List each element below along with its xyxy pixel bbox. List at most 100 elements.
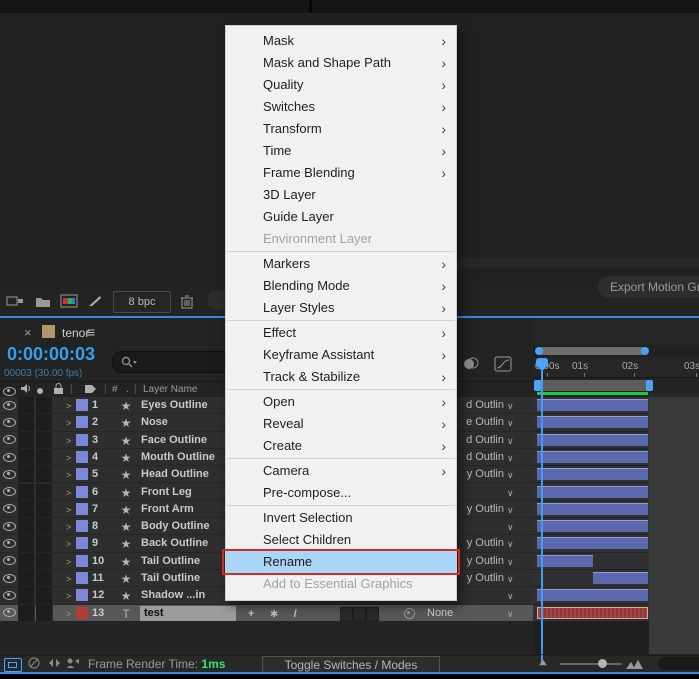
expand-arrow-icon[interactable]: >: [66, 609, 71, 619]
expand-arrow-icon[interactable]: >: [66, 505, 71, 515]
layer-duration-bar[interactable]: [537, 537, 648, 549]
menu-item-mask[interactable]: Mask›: [226, 30, 456, 52]
layer-name-edit[interactable]: test: [140, 606, 236, 621]
chevron-down-icon[interactable]: ∨: [507, 557, 514, 568]
expand-arrow-icon[interactable]: >: [66, 557, 71, 567]
menu-item-select-children[interactable]: Select Children: [226, 529, 456, 551]
menu-item-reveal[interactable]: Reveal›: [226, 413, 456, 435]
lock-toggle[interactable]: [36, 432, 53, 448]
export-motion-graphics-button[interactable]: Export Motion Grap: [598, 276, 699, 298]
audio-toggle[interactable]: [18, 414, 35, 430]
layer-name[interactable]: Shadow ...in: [141, 589, 205, 601]
layer-name[interactable]: Mouth Outline: [141, 451, 215, 463]
switch-box[interactable]: [340, 607, 353, 621]
layer-duration-bar[interactable]: [537, 468, 648, 480]
layer-duration-bar[interactable]: [537, 434, 648, 446]
audio-toggle[interactable]: [18, 484, 35, 500]
eye-icon[interactable]: [3, 466, 16, 482]
menu-item-invert-selection[interactable]: Invert Selection: [226, 507, 456, 529]
chevron-down-icon[interactable]: ∨: [507, 591, 514, 602]
audio-toggle[interactable]: [18, 553, 35, 569]
label-color-swatch[interactable]: [76, 416, 88, 428]
eye-icon[interactable]: [3, 605, 16, 621]
label-color-swatch[interactable]: [76, 607, 88, 619]
lock-toggle[interactable]: [36, 414, 53, 430]
menu-item-mask-and-shape-path[interactable]: Mask and Shape Path›: [226, 52, 456, 74]
menu-item-effect[interactable]: Effect›: [226, 322, 456, 344]
label-color-swatch[interactable]: [76, 520, 88, 532]
layer-duration-bar[interactable]: [537, 399, 648, 411]
trash-icon[interactable]: [176, 291, 198, 311]
mini-flowchart-icon[interactable]: [4, 658, 22, 672]
eye-icon[interactable]: [3, 570, 16, 586]
menu-item-markers[interactable]: Markers›: [226, 253, 456, 275]
layer-row-13[interactable]: >13Ttest+ ∗ /None∨: [0, 605, 533, 622]
switch-box[interactable]: [353, 607, 366, 621]
layer-name[interactable]: Back Outline: [141, 537, 208, 549]
label-color-swatch[interactable]: [76, 486, 88, 498]
timeline-tab-title[interactable]: tenor: [62, 326, 89, 340]
menu-item-3d-layer[interactable]: 3D Layer: [226, 184, 456, 206]
draft3d-icon[interactable]: [28, 657, 41, 670]
lock-toggle[interactable]: [36, 518, 53, 534]
layer-name[interactable]: Tail Outline: [141, 572, 200, 584]
layer-name[interactable]: Nose: [141, 416, 168, 428]
eye-icon[interactable]: [3, 553, 16, 569]
eye-icon[interactable]: [3, 518, 16, 534]
expand-arrow-icon[interactable]: >: [66, 401, 71, 411]
chevron-down-icon[interactable]: ∨: [507, 574, 514, 585]
current-timecode[interactable]: 0:00:00:03: [7, 344, 95, 365]
menu-item-blending-mode[interactable]: Blending Mode›: [226, 275, 456, 297]
parent-pickwhip-icon[interactable]: [404, 608, 415, 619]
expand-arrow-icon[interactable]: >: [66, 453, 71, 463]
chevron-down-icon[interactable]: ∨: [507, 609, 514, 620]
zoom-out-icon[interactable]: [538, 659, 548, 666]
zoom-in-icon[interactable]: [626, 657, 644, 670]
eye-icon[interactable]: [3, 414, 16, 430]
expand-arrow-icon[interactable]: >: [66, 488, 71, 498]
audio-toggle[interactable]: [18, 518, 35, 534]
graph-editor-icon[interactable]: [490, 352, 516, 376]
lock-toggle[interactable]: [36, 570, 53, 586]
audio-toggle[interactable]: [18, 587, 35, 603]
switch-box[interactable]: [366, 607, 379, 621]
label-color-swatch[interactable]: [76, 451, 88, 463]
chevron-down-icon[interactable]: ∨: [507, 418, 514, 429]
label-color-swatch[interactable]: [76, 503, 88, 515]
expand-arrow-icon[interactable]: >: [66, 539, 71, 549]
layer-duration-bar[interactable]: [537, 451, 648, 463]
expand-arrow-icon[interactable]: >: [66, 418, 71, 428]
work-area-bar[interactable]: [537, 380, 650, 391]
timeline-zoom-slider[interactable]: [560, 663, 622, 665]
timeline-search-input[interactable]: [112, 351, 240, 373]
menu-item-rename[interactable]: Rename: [226, 551, 456, 573]
lock-toggle[interactable]: [36, 501, 53, 517]
label-color-swatch[interactable]: [76, 572, 88, 584]
new-folder-icon[interactable]: [32, 291, 54, 311]
label-color-swatch[interactable]: [76, 399, 88, 411]
menu-item-frame-blending[interactable]: Frame Blending›: [226, 162, 456, 184]
menu-item-layer-styles[interactable]: Layer Styles›: [226, 297, 456, 319]
audio-icon[interactable]: [20, 383, 31, 394]
eye-icon[interactable]: [3, 397, 16, 413]
playhead-line[interactable]: [541, 358, 543, 654]
menu-item-keyframe-assistant[interactable]: Keyframe Assistant›: [226, 344, 456, 366]
eye-icon[interactable]: [3, 501, 16, 517]
label-icon[interactable]: [84, 383, 97, 395]
layer-duration-bar[interactable]: [537, 520, 648, 532]
motion-blur-icon[interactable]: [458, 352, 484, 376]
menu-item-create[interactable]: Create›: [226, 435, 456, 457]
layer-name-column-header[interactable]: Layer Name: [143, 384, 197, 395]
menu-item-quality[interactable]: Quality›: [226, 74, 456, 96]
layer-duration-bar[interactable]: [537, 503, 648, 515]
bit-depth-button[interactable]: 8 bpc: [113, 291, 171, 313]
eye-icon[interactable]: [3, 449, 16, 465]
eye-icon[interactable]: [3, 587, 16, 603]
brush-icon[interactable]: [84, 291, 106, 311]
layer-name[interactable]: Face Outline: [141, 434, 207, 446]
timeline-hscroll-thumb[interactable]: [537, 347, 647, 355]
status-scroll-pill[interactable]: [658, 657, 699, 670]
chevron-down-icon[interactable]: ∨: [507, 539, 514, 550]
audio-toggle[interactable]: [18, 535, 35, 551]
lock-toggle[interactable]: [36, 397, 53, 413]
